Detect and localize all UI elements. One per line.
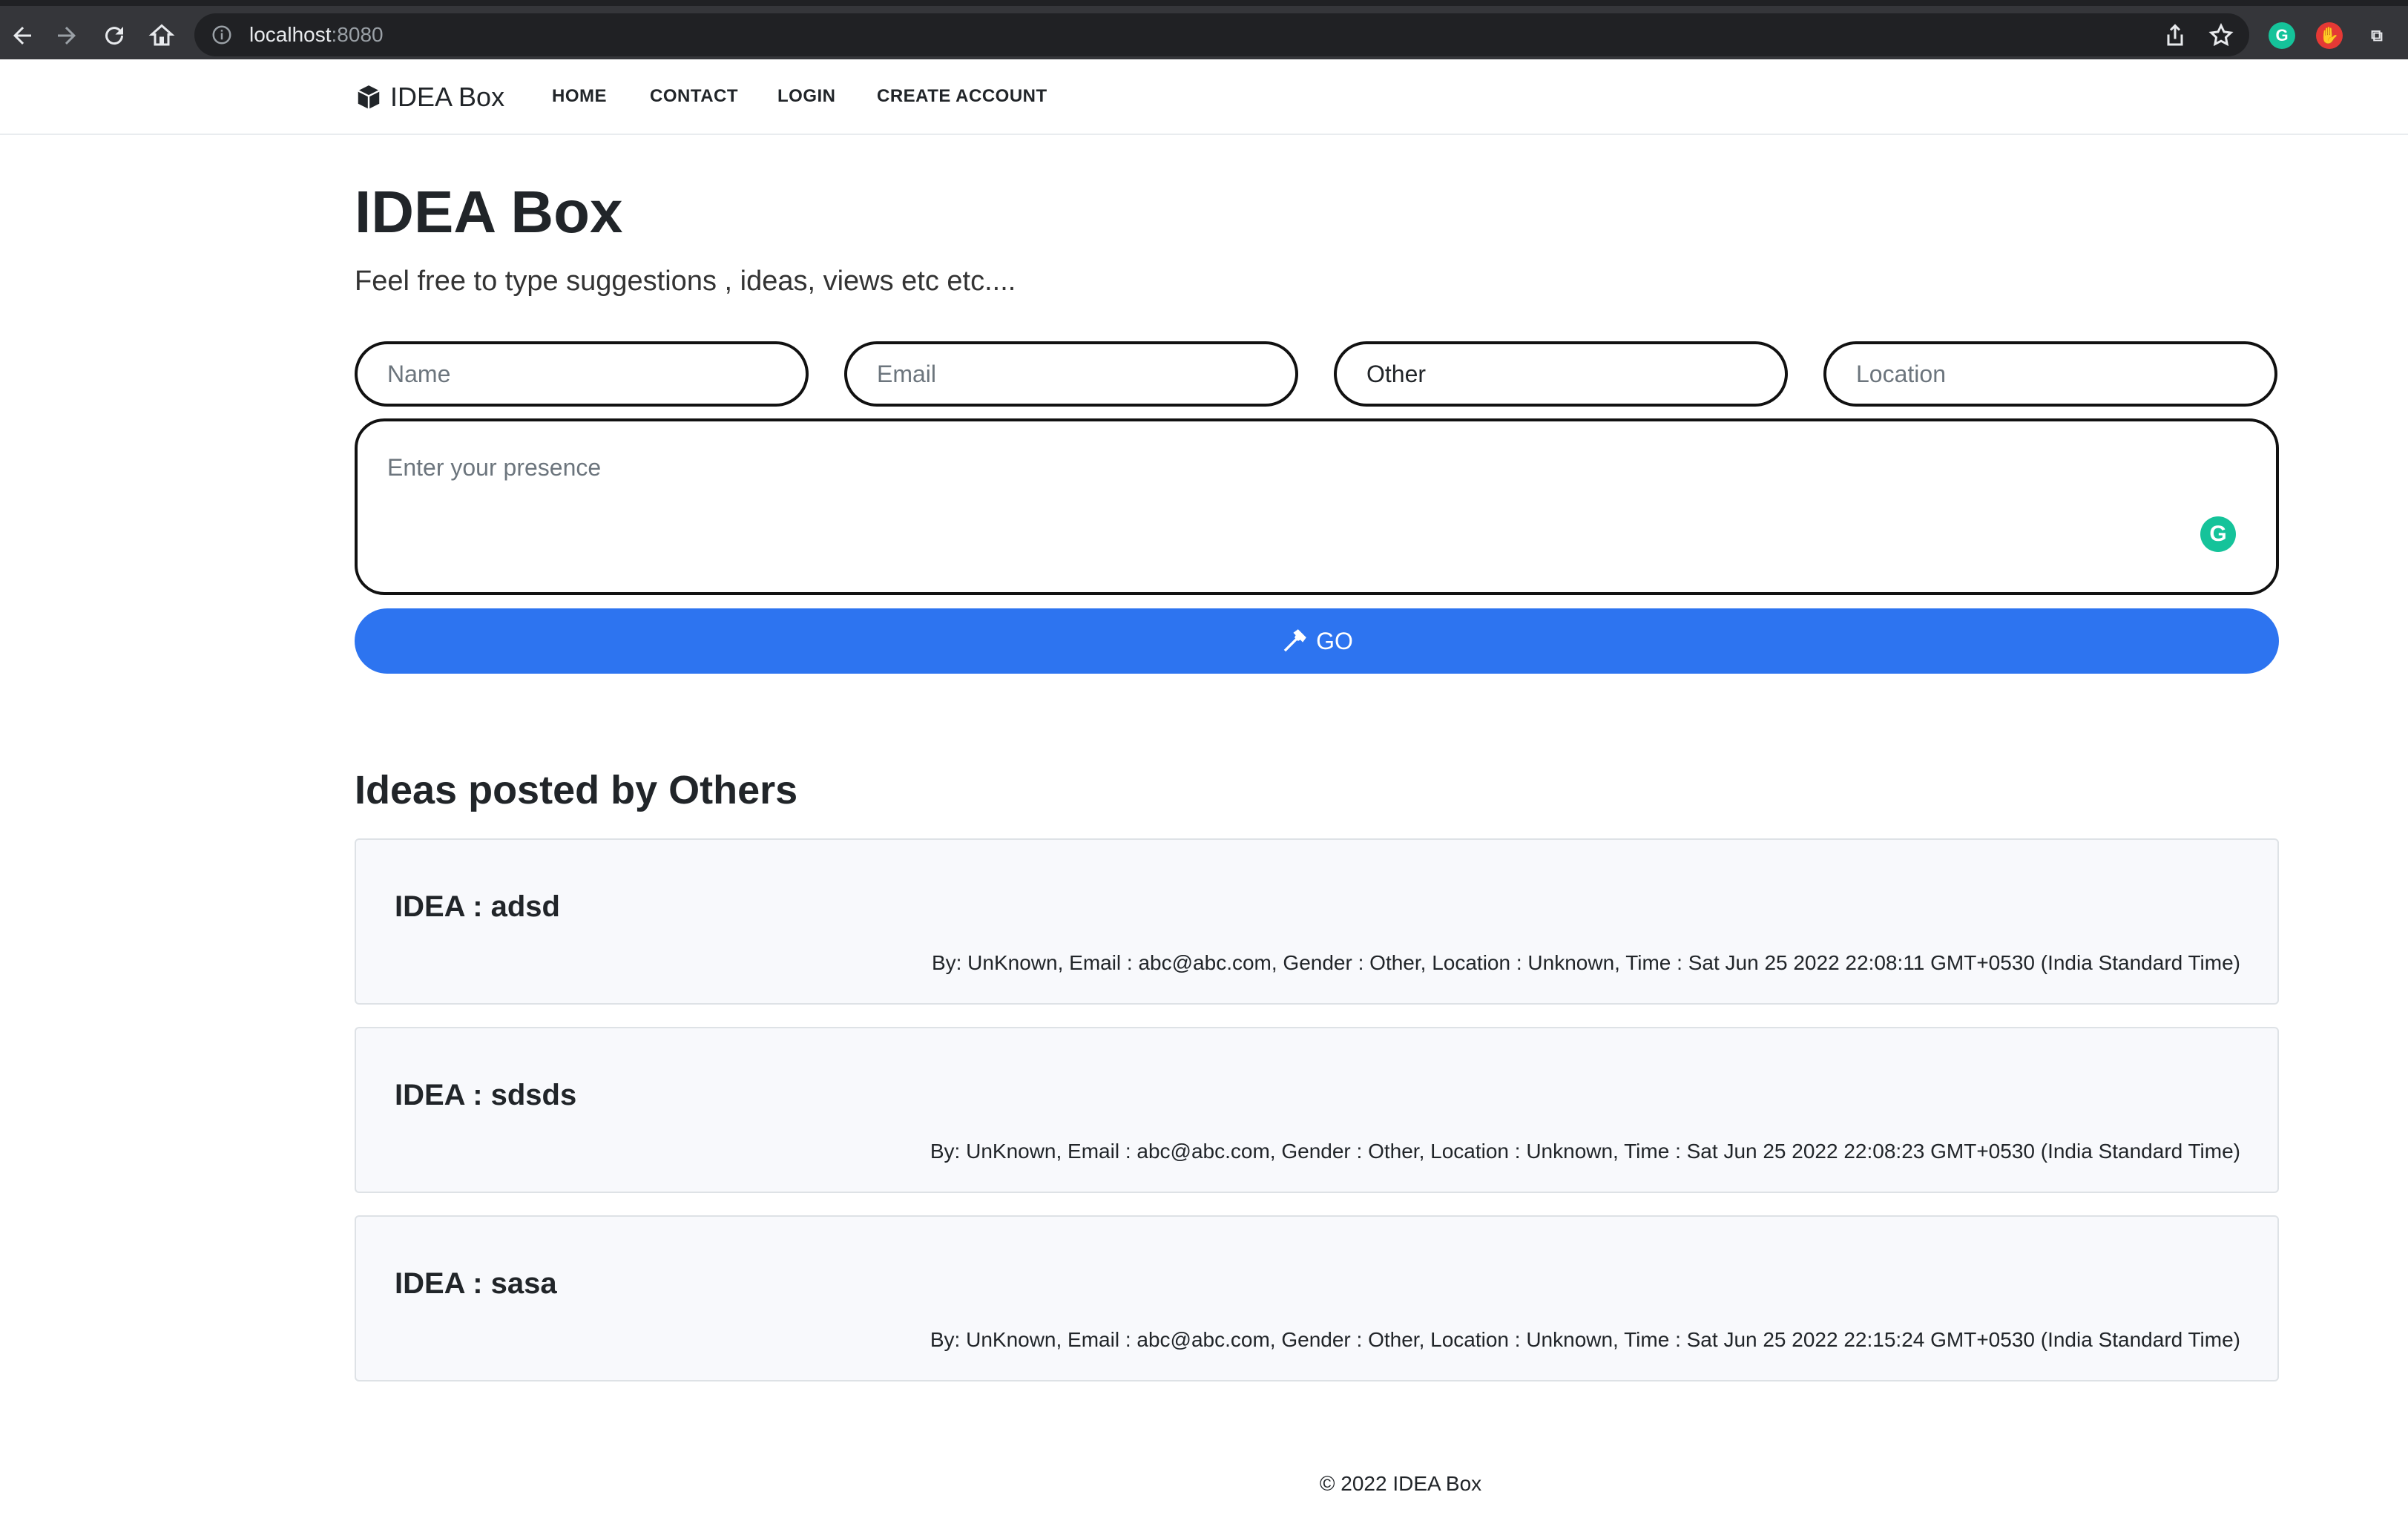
ideas-section-title: Ideas posted by Others	[355, 768, 798, 812]
grammarly-extension-icon[interactable]: G	[2269, 22, 2295, 49]
star-icon[interactable]	[2200, 15, 2242, 56]
presence-textarea-wrapper[interactable]: G	[355, 418, 2279, 595]
nav-create-account-link[interactable]: CREATE ACCOUNT	[877, 86, 1047, 107]
nav-login-link[interactable]: LOGIN	[777, 86, 836, 107]
forward-arrow-icon[interactable]	[46, 15, 88, 56]
reload-icon[interactable]	[93, 15, 135, 56]
presence-textarea[interactable]	[387, 454, 2168, 573]
page-title: IDEA Box	[355, 179, 623, 245]
idea-card: IDEA : sdsds By: UnKnown, Email : abc@ab…	[355, 1027, 2279, 1193]
puzzle-extension-icon[interactable]: ⧉	[2363, 22, 2390, 49]
grammarly-icon[interactable]: G	[2200, 516, 2236, 552]
nav-home-link[interactable]: HOME	[552, 86, 607, 107]
address-bar[interactable]: localhost:8080	[194, 13, 2249, 56]
back-arrow-icon[interactable]	[1, 15, 43, 56]
url-text: localhost:8080	[249, 23, 384, 47]
go-button[interactable]: GO	[355, 608, 2279, 674]
box-icon	[358, 85, 380, 109]
nav-contact-link[interactable]: CONTACT	[650, 86, 738, 107]
url-host: localhost	[249, 23, 332, 46]
idea-title: IDEA : sasa	[395, 1267, 557, 1300]
info-icon[interactable]	[211, 24, 233, 46]
red-extension-icon[interactable]: ✋	[2316, 22, 2343, 49]
brand-label: IDEA Box	[390, 82, 505, 112]
idea-meta: By: UnKnown, Email : abc@abc.com, Gender…	[931, 951, 2240, 974]
url-port: :8080	[331, 23, 384, 46]
site-navbar: IDEA Box HOME CONTACT LOGIN CREATE ACCOU…	[0, 59, 2408, 135]
idea-meta: By: UnKnown, Email : abc@abc.com, Gender…	[930, 1328, 2240, 1351]
brand-link[interactable]: IDEA Box	[355, 79, 504, 116]
go-button-label: GO	[1316, 627, 1353, 654]
location-input[interactable]	[1856, 360, 2245, 388]
idea-meta: By: UnKnown, Email : abc@abc.com, Gender…	[930, 1140, 2240, 1163]
name-input[interactable]	[387, 360, 776, 388]
idea-title: IDEA : adsd	[395, 890, 560, 923]
hammer-icon	[1283, 629, 1306, 652]
idea-card: IDEA : sasa By: UnKnown, Email : abc@abc…	[355, 1215, 2279, 1381]
browser-toolbar: localhost:8080 G ✋ ⧉	[0, 0, 2408, 59]
idea-card: IDEA : adsd By: UnKnown, Email : abc@abc…	[355, 838, 2279, 1005]
email-input[interactable]	[877, 360, 1266, 388]
page-subtitle: Feel free to type suggestions , ideas, v…	[355, 266, 1016, 297]
name-field[interactable]	[355, 341, 809, 407]
idea-title: IDEA : sdsds	[395, 1079, 577, 1111]
share-icon[interactable]	[2154, 15, 2196, 56]
gender-selected-value: Other	[1366, 360, 1427, 387]
home-icon[interactable]	[141, 15, 182, 56]
email-field[interactable]	[844, 341, 1298, 407]
gender-select[interactable]: Other	[1334, 341, 1788, 407]
location-field[interactable]	[1823, 341, 2277, 407]
footer-copyright: © 2022 IDEA Box	[1319, 1472, 1482, 1495]
